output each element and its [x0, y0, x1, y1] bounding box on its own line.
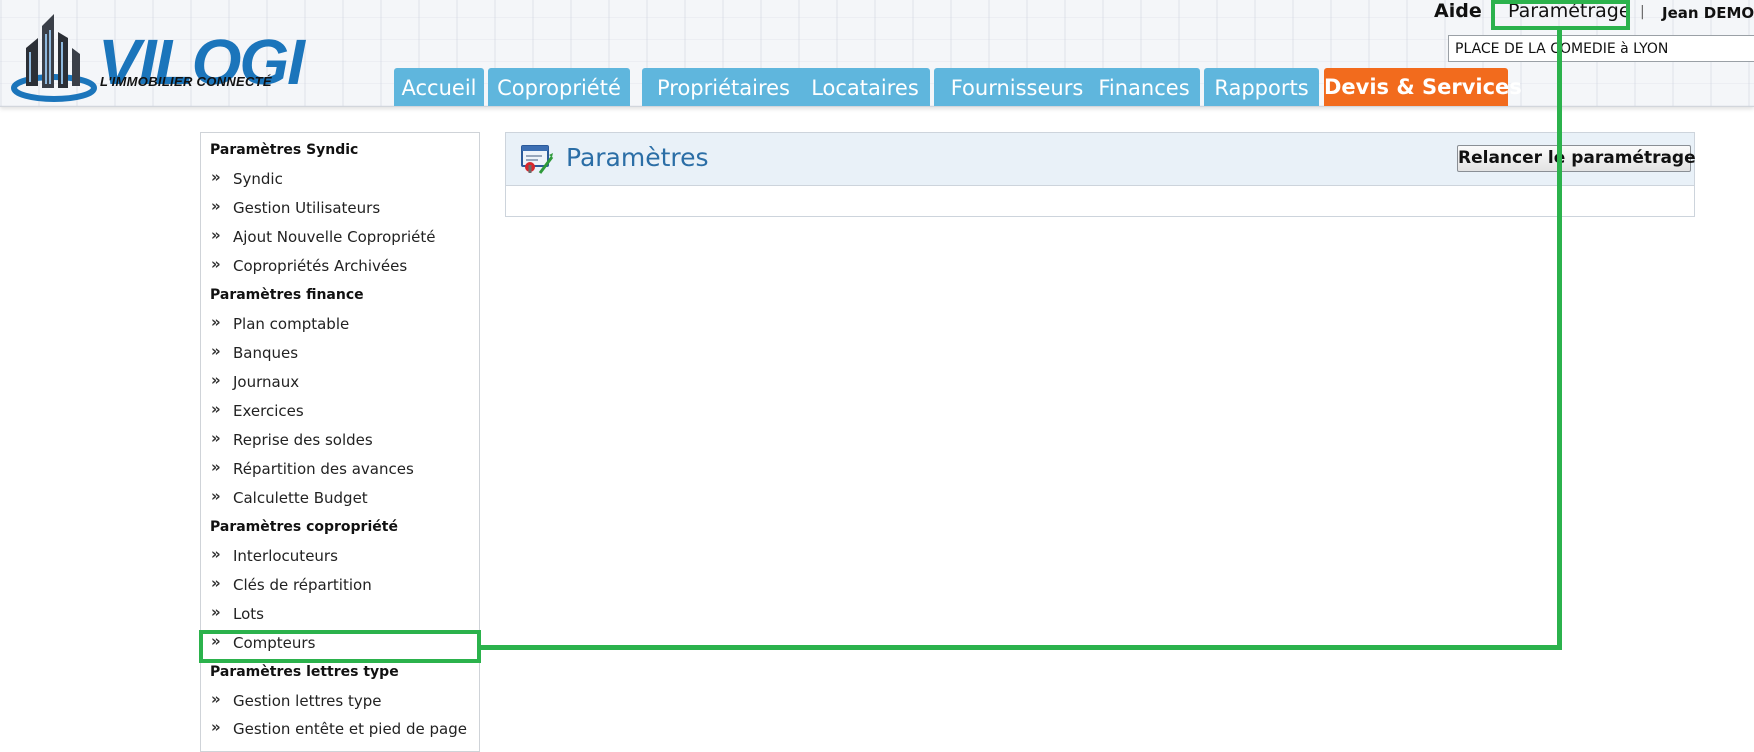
sidebar-item-label: Gestion lettres type	[233, 692, 382, 710]
chevron-right-icon: »	[211, 574, 221, 592]
relaunch-settings-button[interactable]: Relancer le paramétrage	[1457, 145, 1696, 172]
user-name-link[interactable]: Jean DEMO	[1662, 4, 1754, 22]
sidebar-item-calculette-budget[interactable]: » Calculette Budget	[201, 483, 479, 512]
sidebar-section-copropriete: Paramètres copropriété	[201, 512, 479, 541]
tab-copropriete[interactable]: Copropriété	[488, 68, 630, 106]
chevron-right-icon: »	[211, 487, 221, 505]
sidebar-section-title: Paramètres lettres type	[210, 664, 399, 680]
help-link[interactable]: Aide	[1434, 0, 1482, 22]
chevron-right-icon: »	[211, 458, 221, 476]
chevron-right-icon: »	[211, 371, 221, 389]
sidebar-item-label: Exercices	[233, 402, 304, 420]
chevron-right-icon: »	[211, 603, 221, 621]
chevron-right-icon: »	[211, 313, 221, 331]
sidebar-section-title: Paramètres finance	[210, 287, 364, 303]
sidebar-item-label: Lots	[233, 605, 264, 623]
chevron-right-icon: »	[211, 168, 221, 186]
tab-rapports[interactable]: Rapports	[1204, 68, 1319, 106]
sidebar-item-entete-pied-page[interactable]: » Gestion entête et pied de page	[201, 714, 479, 743]
sidebar-section-title: Paramètres copropriété	[210, 519, 398, 535]
tab-finances[interactable]: Finances	[1088, 68, 1200, 106]
sidebar-item-gestion-utilisateurs[interactable]: » Gestion Utilisateurs	[201, 193, 479, 222]
link-separator: |	[1640, 4, 1645, 20]
chevron-right-icon: »	[211, 226, 221, 244]
chevron-right-icon: »	[211, 690, 221, 708]
sidebar-item-label: Interlocuteurs	[233, 547, 338, 565]
tab-devis-services[interactable]: Devis & Services	[1324, 68, 1522, 106]
highlight-connector-vertical	[1557, 28, 1562, 650]
sidebar-section-title: Paramètres Syndic	[210, 142, 359, 158]
sidebar-item-label: Gestion entête et pied de page	[233, 720, 467, 738]
sidebar-item-label: Calculette Budget	[233, 489, 368, 507]
sidebar-item-gestion-lettres-type[interactable]: » Gestion lettres type	[201, 686, 479, 715]
sidebar-item-label: Copropriétés Archivées	[233, 257, 408, 275]
sidebar-item-banques[interactable]: » Banques	[201, 338, 479, 367]
sidebar-item-syndic[interactable]: » Syndic	[201, 164, 479, 193]
settings-tools-icon	[521, 145, 554, 174]
sidebar-item-reprise-soldes[interactable]: » Reprise des soldes	[201, 425, 479, 454]
chevron-right-icon: »	[211, 400, 221, 418]
page-title: Paramètres	[566, 143, 709, 172]
sidebar-item-lots[interactable]: » Lots	[201, 599, 479, 628]
sidebar-item-label: Répartition des avances	[233, 460, 414, 478]
sidebar-item-exercices[interactable]: » Exercices	[201, 396, 479, 425]
logo-tagline: L'IMMOBILIER CONNECTÉ	[100, 74, 272, 89]
highlight-box-compteurs	[199, 630, 481, 663]
sidebar-item-ajout-copropriete[interactable]: » Ajout Nouvelle Copropriété	[201, 222, 479, 251]
settings-panel: Paramètres Relancer le paramétrage	[505, 132, 1696, 217]
tab-fournisseurs[interactable]: Fournisseurs	[934, 68, 1100, 106]
panel-header: Paramètres Relancer le paramétrage	[506, 133, 1696, 186]
tab-accueil[interactable]: Accueil	[394, 68, 484, 106]
sidebar-item-label: Reprise des soldes	[233, 431, 373, 449]
tab-proprietaires[interactable]: Propriétaires	[642, 68, 805, 106]
sidebar-item-label: Clés de répartition	[233, 576, 372, 594]
chevron-right-icon: »	[211, 429, 221, 447]
chevron-right-icon: »	[211, 718, 221, 736]
sidebar-item-label: Syndic	[233, 170, 283, 188]
sidebar-section-syndic: Paramètres Syndic	[201, 135, 479, 164]
chevron-right-icon: »	[211, 342, 221, 360]
sidebar-item-cles-repartition[interactable]: » Clés de répartition	[201, 570, 479, 599]
sidebar-item-label: Gestion Utilisateurs	[233, 199, 381, 217]
highlight-box-parametrage	[1491, 0, 1630, 30]
sidebar-item-plan-comptable[interactable]: » Plan comptable	[201, 309, 479, 338]
chevron-right-icon: »	[211, 255, 221, 273]
chevron-right-icon: »	[211, 545, 221, 563]
sidebar-section-finance: Paramètres finance	[201, 280, 479, 309]
sidebar-item-coproprietes-archivees[interactable]: » Copropriétés Archivées	[201, 251, 479, 280]
sidebar-item-interlocuteurs[interactable]: » Interlocuteurs	[201, 541, 479, 570]
sidebar-item-label: Ajout Nouvelle Copropriété	[233, 228, 436, 246]
tab-locataires[interactable]: Locataires	[800, 68, 930, 106]
building-logo-icon	[11, 14, 97, 102]
sidebar-item-repartition-avances[interactable]: » Répartition des avances	[201, 454, 479, 483]
sidebar-item-label: Plan comptable	[233, 315, 350, 333]
vilogi-logo[interactable]: VILOGI L'IMMOBILIER CONNECTÉ	[8, 8, 328, 106]
highlight-connector-horizontal	[479, 645, 1562, 650]
sidebar-item-journaux[interactable]: » Journaux	[201, 367, 479, 396]
sidebar-item-label: Banques	[233, 344, 299, 362]
sidebar-item-label: Journaux	[233, 373, 300, 391]
chevron-right-icon: »	[211, 197, 221, 215]
copropriete-selector-input[interactable]	[1448, 35, 1754, 62]
